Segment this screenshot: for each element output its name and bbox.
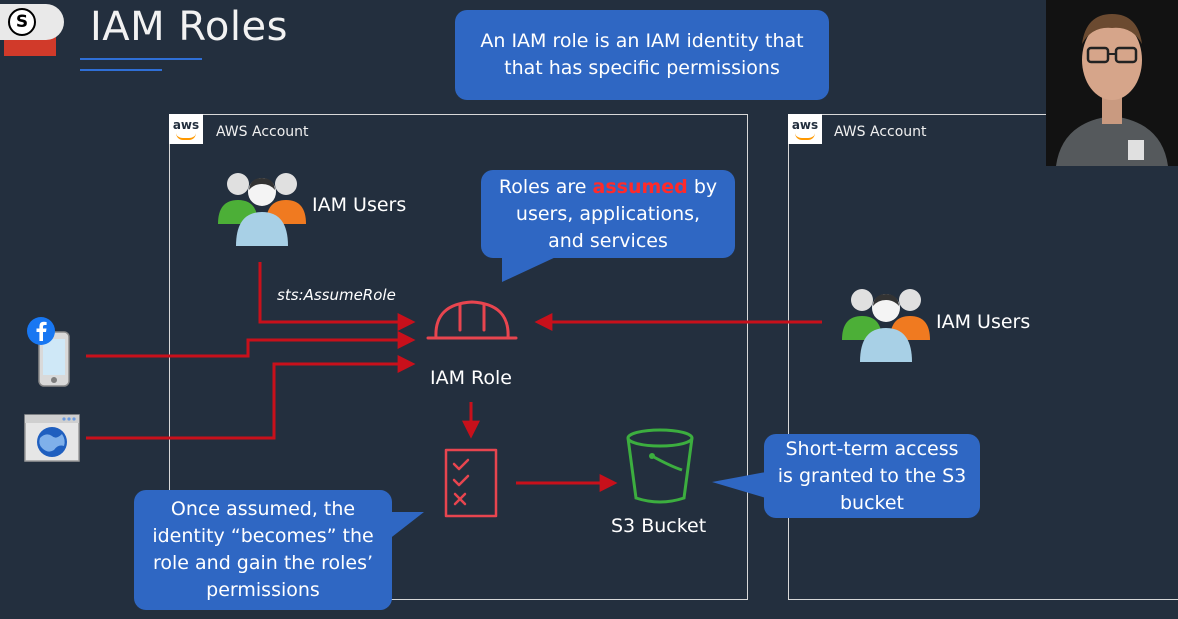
users-group-icon xyxy=(218,173,306,246)
s3-bucket-icon xyxy=(626,428,694,504)
callout-short-term-access: Short-term access is granted to the S3 b… xyxy=(764,434,980,518)
presenter-webcam xyxy=(1046,0,1178,166)
callout-becomes-role: Once assumed, the identity “becomes” the… xyxy=(134,490,392,610)
browser-to-role-arrow xyxy=(86,355,416,440)
sts-assume-role-label: sts:AssumeRole xyxy=(277,286,396,304)
iam-users-label-left: IAM Users xyxy=(312,194,407,216)
s3-bucket-label: S3 Bucket xyxy=(611,515,707,537)
browser-globe-icon xyxy=(24,414,80,462)
iam-role-label: IAM Role xyxy=(430,367,512,389)
iam-users-label-right: IAM Users xyxy=(936,311,1031,333)
callout-roles-assumed: Roles are assumed by users, applications… xyxy=(481,170,735,258)
callout-text-prefix: Roles are xyxy=(498,175,593,198)
callout-text: An IAM role is an IAM identity that that… xyxy=(480,30,804,79)
facebook-icon xyxy=(27,317,55,345)
callout-text: Short-term access is granted to the S3 b… xyxy=(777,437,967,514)
presenter-video-frame xyxy=(1046,0,1178,166)
callout-text: Roles are assumed by users, applications… xyxy=(497,174,719,255)
callout-pointer xyxy=(712,472,766,498)
callout-iam-role-definition: An IAM role is an IAM identity that that… xyxy=(455,10,829,100)
mobile-to-role-arrow xyxy=(86,331,416,358)
users-group-icon xyxy=(842,289,930,362)
callout-highlight-word: assumed xyxy=(592,175,688,198)
callout-text: Once assumed, the identity “becomes” the… xyxy=(152,498,374,601)
checklist-icon xyxy=(444,448,498,518)
callout-pointer xyxy=(388,512,424,540)
callout-pointer xyxy=(502,256,558,282)
hard-hat-icon xyxy=(426,300,518,340)
